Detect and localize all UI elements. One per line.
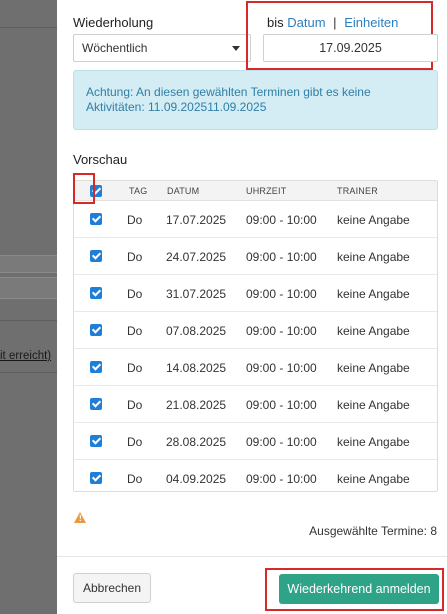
cell-date: 04.09.2025 <box>166 472 227 486</box>
cell-time: 09:00 - 10:00 <box>246 361 317 375</box>
table-row: Do 21.08.2025 09:00 - 10:00 keine Angabe <box>74 386 437 423</box>
table-row: Do 24.07.2025 09:00 - 10:00 keine Angabe <box>74 238 437 275</box>
cell-trainer: keine Angabe <box>337 472 410 486</box>
until-label: bis Datum | Einheiten <box>267 15 398 30</box>
until-date-input[interactable]: 17.09.2025 <box>263 34 438 62</box>
backdrop-band <box>0 277 57 299</box>
cell-time: 09:00 - 10:00 <box>246 324 317 338</box>
row-checkbox[interactable] <box>90 324 102 336</box>
preview-label: Vorschau <box>73 152 128 167</box>
table-row: Do 31.07.2025 09:00 - 10:00 keine Angabe <box>74 275 437 312</box>
until-option-units[interactable]: Einheiten <box>344 15 398 30</box>
backdrop-divider <box>0 27 57 28</box>
row-checkbox[interactable] <box>90 361 102 373</box>
table-header: TAG DATUM UHRZEIT TRAINER <box>74 181 437 201</box>
row-checkbox[interactable] <box>90 213 102 225</box>
cell-day: Do <box>127 250 143 264</box>
chevron-down-icon <box>232 46 240 51</box>
cell-date: 14.08.2025 <box>166 361 227 375</box>
book-recurring-button[interactable]: Wiederkehrend anmelden <box>279 574 439 604</box>
backdrop-divider <box>0 320 57 321</box>
row-checkbox[interactable] <box>90 435 102 447</box>
cancel-button[interactable]: Abbrechen <box>73 573 151 603</box>
cell-trainer: keine Angabe <box>337 398 410 412</box>
repeat-select[interactable]: Wöchentlich <box>73 34 251 62</box>
cell-date: 28.08.2025 <box>166 435 227 449</box>
until-separator: | <box>333 15 337 30</box>
backdrop-band <box>0 255 57 273</box>
row-checkbox[interactable] <box>90 250 102 262</box>
cell-day: Do <box>127 398 143 412</box>
cell-day: Do <box>127 472 143 486</box>
cell-time: 09:00 - 10:00 <box>246 435 317 449</box>
cell-day: Do <box>127 287 143 301</box>
table-row: Do 17.07.2025 09:00 - 10:00 keine Angabe <box>74 201 437 238</box>
table-row: Do 07.08.2025 09:00 - 10:00 keine Angabe <box>74 312 437 349</box>
cell-date: 21.08.2025 <box>166 398 227 412</box>
until-option-date[interactable]: Datum <box>287 15 325 30</box>
cell-time: 09:00 - 10:00 <box>246 250 317 264</box>
cell-trainer: keine Angabe <box>337 250 410 264</box>
cell-trainer: keine Angabe <box>337 213 410 227</box>
table-row: Do 14.08.2025 09:00 - 10:00 keine Angabe <box>74 349 437 386</box>
warning-exclamation-mark: ! <box>79 514 82 523</box>
cell-date: 17.07.2025 <box>166 213 227 227</box>
selected-count: Ausgewählte Termine: 8 <box>309 524 437 538</box>
backdrop-divider <box>0 372 57 373</box>
column-header-day: TAG <box>129 186 148 196</box>
cell-day: Do <box>127 361 143 375</box>
info-alert: Achtung: An diesen gewählten Terminen gi… <box>73 70 438 130</box>
cell-day: Do <box>127 435 143 449</box>
column-header-trainer: TRAINER <box>337 186 378 196</box>
until-prefix: bis <box>267 15 284 30</box>
row-checkbox[interactable] <box>90 472 102 484</box>
footer-divider <box>57 556 447 557</box>
table-row: Do 04.09.2025 09:00 - 10:00 keine Angabe <box>74 460 437 491</box>
cell-trainer: keine Angabe <box>337 361 410 375</box>
table-row: Do 28.08.2025 09:00 - 10:00 keine Angabe <box>74 423 437 460</box>
cell-date: 31.07.2025 <box>166 287 227 301</box>
cell-date: 07.08.2025 <box>166 324 227 338</box>
cell-time: 09:00 - 10:00 <box>246 213 317 227</box>
repeat-select-value: Wöchentlich <box>82 41 148 55</box>
cell-time: 09:00 - 10:00 <box>246 472 317 486</box>
cell-day: Do <box>127 213 143 227</box>
page-backdrop: it erreicht) <box>0 0 57 614</box>
cell-day: Do <box>127 324 143 338</box>
cell-time: 09:00 - 10:00 <box>246 287 317 301</box>
row-checkbox[interactable] <box>90 398 102 410</box>
cell-date: 24.07.2025 <box>166 250 227 264</box>
select-all-highlight <box>73 173 95 204</box>
row-checkbox[interactable] <box>90 287 102 299</box>
preview-table: TAG DATUM UHRZEIT TRAINER Do 17.07.2025 … <box>73 180 438 492</box>
repeat-label: Wiederholung <box>73 15 154 30</box>
backdrop-text: it erreicht) <box>0 350 52 362</box>
recurring-booking-dialog: Wiederholung Wöchentlich bis Datum | Ein… <box>57 0 447 614</box>
cell-time: 09:00 - 10:00 <box>246 398 317 412</box>
cell-trainer: keine Angabe <box>337 287 410 301</box>
cell-trainer: keine Angabe <box>337 435 410 449</box>
cell-trainer: keine Angabe <box>337 324 410 338</box>
column-header-time: UHRZEIT <box>246 186 287 196</box>
column-header-date: DATUM <box>167 186 200 196</box>
